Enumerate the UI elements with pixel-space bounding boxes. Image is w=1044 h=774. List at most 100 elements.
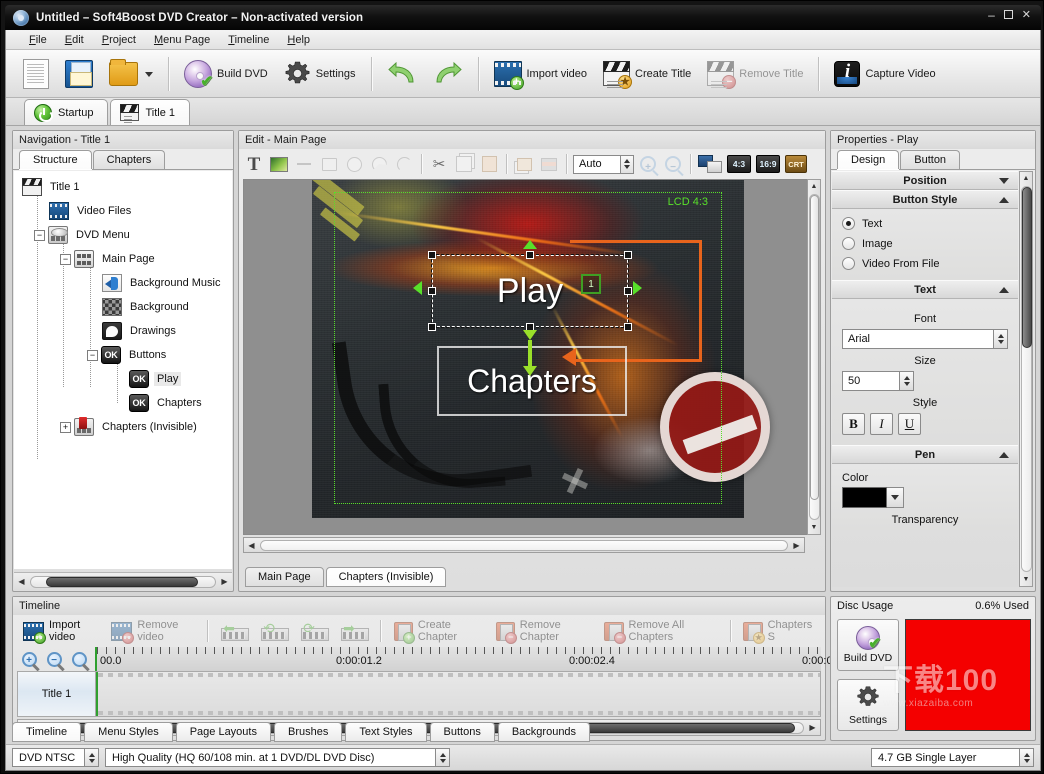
maximize-icon[interactable]	[1004, 10, 1013, 19]
text-tool-button[interactable]: T	[243, 153, 265, 175]
size-combobox[interactable]: 50	[842, 371, 914, 391]
page-tab-main-page[interactable]: Main Page	[245, 567, 324, 587]
chevron-down-icon[interactable]	[887, 487, 904, 508]
timeline-zoom-in-button[interactable]: +	[17, 648, 41, 670]
scroll-left-icon[interactable]: ◀	[14, 574, 29, 590]
create-chapter-button[interactable]: + Create Chapter	[388, 618, 488, 644]
zoom-spinner[interactable]	[621, 155, 634, 174]
bottom-tab-page-layouts[interactable]: Page Layouts	[176, 722, 271, 742]
quality-value[interactable]: High Quality (HQ 60/108 min. at 1 DVD/DL…	[105, 748, 435, 767]
tree-item-video-files[interactable]: Video Files	[18, 199, 232, 223]
menu-help[interactable]: Help	[278, 32, 319, 48]
timeline-move-right-button[interactable]: ➡	[335, 618, 373, 644]
resize-handle-ne[interactable]	[624, 251, 632, 259]
subtab-chapters[interactable]: Chapters	[93, 150, 166, 169]
format-combobox[interactable]: DVD NTSC	[12, 748, 99, 767]
tree-expander-collapse[interactable]: −	[87, 350, 98, 361]
minimize-icon[interactable]	[988, 9, 995, 21]
scroll-thumb[interactable]	[810, 195, 819, 500]
bold-button[interactable]: B	[842, 413, 865, 435]
timeline-rotate-right-button[interactable]: ⟳	[295, 618, 333, 644]
tree-item-chapters-invisible[interactable]: + Chapters (Invisible)	[18, 415, 232, 439]
new-project-button[interactable]	[16, 53, 56, 95]
menu-menu-page[interactable]: Menu Page	[145, 32, 219, 48]
scroll-down-icon[interactable]: ▼	[1020, 573, 1032, 586]
navigation-hscrollbar[interactable]: ◀ ▶	[14, 572, 232, 590]
font-combobox[interactable]: Arial	[842, 329, 1008, 349]
timeline-import-video-button[interactable]: + Import video	[17, 618, 103, 644]
menu-file[interactable]: FFileile	[20, 32, 56, 48]
line-tool-button[interactable]	[293, 153, 315, 175]
open-project-button[interactable]	[102, 53, 160, 95]
properties-vscrollbar[interactable]: ▲ ▼	[1019, 171, 1033, 587]
zoom-in-button[interactable]: +	[637, 153, 659, 175]
pie-tool-button[interactable]	[368, 153, 390, 175]
rectangle-tool-button[interactable]	[318, 153, 340, 175]
tree-item-drawings[interactable]: Drawings	[18, 319, 232, 343]
radio-video-icon[interactable]	[842, 257, 855, 270]
bottom-tab-backgrounds[interactable]: Backgrounds	[498, 722, 590, 742]
bottom-tab-text-styles[interactable]: Text Styles	[345, 722, 426, 742]
close-icon[interactable]	[1022, 8, 1031, 21]
aspect-4-3-button[interactable]: 4:3	[726, 153, 752, 175]
chevron-up-icon[interactable]	[999, 452, 1009, 458]
scroll-right-icon[interactable]: ▶	[217, 574, 232, 590]
tree-expander-collapse[interactable]: −	[60, 254, 71, 265]
zoom-combobox[interactable]: Auto	[573, 155, 634, 174]
timeline-track-name[interactable]: Title 1	[18, 672, 96, 716]
scroll-right-icon[interactable]: ▶	[789, 537, 804, 553]
settings-button[interactable]: Settings	[277, 53, 363, 95]
scroll-track[interactable]	[260, 540, 788, 551]
resize-handle-n[interactable]	[526, 251, 534, 259]
resize-handle-e[interactable]	[624, 287, 632, 295]
scroll-thumb[interactable]	[1022, 187, 1032, 348]
quality-spinner[interactable]	[435, 748, 450, 767]
bring-front-button[interactable]	[513, 153, 535, 175]
bottom-tab-buttons[interactable]: Buttons	[430, 722, 495, 742]
scroll-track[interactable]	[30, 576, 216, 588]
tree-item-play[interactable]: Play	[18, 367, 232, 391]
scroll-thumb[interactable]	[46, 577, 199, 587]
capacity-value[interactable]: 4.7 GB Single Layer	[871, 748, 1019, 767]
remove-chapter-button[interactable]: − Remove Chapter	[490, 618, 597, 644]
chevron-down-icon[interactable]	[999, 178, 1009, 184]
capacity-spinner[interactable]	[1019, 748, 1034, 767]
tree-item-background-music[interactable]: Background Music	[18, 271, 232, 295]
timeline-remove-video-button[interactable]: − Remove video	[105, 618, 200, 644]
import-video-button[interactable]: + Import video	[487, 53, 595, 95]
size-value[interactable]: 50	[842, 371, 899, 391]
tree-item-buttons[interactable]: − Buttons	[18, 343, 232, 367]
build-dvd-button[interactable]: Build DVD	[177, 53, 275, 95]
undo-button[interactable]	[380, 53, 424, 95]
layers-button[interactable]	[697, 153, 723, 175]
nav-arrow-up-icon[interactable]	[523, 240, 537, 249]
cut-button[interactable]: ✂	[428, 153, 450, 175]
timeline-ruler[interactable]: 00.0 0:00:01.2 0:00:02.4 0:00:03.6	[95, 647, 821, 671]
remove-all-chapters-button[interactable]: − Remove All Chapters	[598, 618, 722, 644]
nav-arrow-down-tip-icon[interactable]	[523, 366, 537, 376]
italic-button[interactable]: I	[870, 413, 893, 435]
capacity-combobox[interactable]: 4.7 GB Single Layer	[871, 748, 1034, 767]
aspect-16-9-button[interactable]: 16:9	[755, 153, 781, 175]
size-spinner[interactable]	[899, 371, 914, 391]
chevron-up-icon[interactable]	[999, 287, 1009, 293]
remove-title-button[interactable]: − Remove Title	[700, 53, 810, 95]
canvas-hscrollbar[interactable]: ◀ ▶	[243, 537, 805, 553]
format-spinner[interactable]	[84, 748, 99, 767]
tab-button[interactable]: Button	[900, 150, 960, 169]
bottom-tab-brushes[interactable]: Brushes	[274, 722, 342, 742]
create-title-button[interactable]: ★ Create Title	[596, 53, 698, 95]
menu-timeline[interactable]: Timeline	[219, 32, 278, 48]
pen-color-picker[interactable]	[842, 487, 904, 508]
align-button[interactable]	[538, 153, 560, 175]
page-tab-chapters-invisible[interactable]: Chapters (Invisible)	[326, 567, 447, 587]
chevron-down-icon[interactable]	[145, 72, 153, 77]
scroll-left-icon[interactable]: ◀	[244, 537, 259, 553]
image-tool-button[interactable]	[268, 153, 290, 175]
zoom-out-button[interactable]: −	[662, 153, 684, 175]
tree-item-title-1[interactable]: Title 1	[18, 175, 232, 199]
radio-image-icon[interactable]	[842, 237, 855, 250]
tree-item-dvd-menu[interactable]: − DVD Menu	[18, 223, 232, 247]
chapters-button-text[interactable]: Chapters	[437, 346, 627, 416]
format-value[interactable]: DVD NTSC	[12, 748, 84, 767]
